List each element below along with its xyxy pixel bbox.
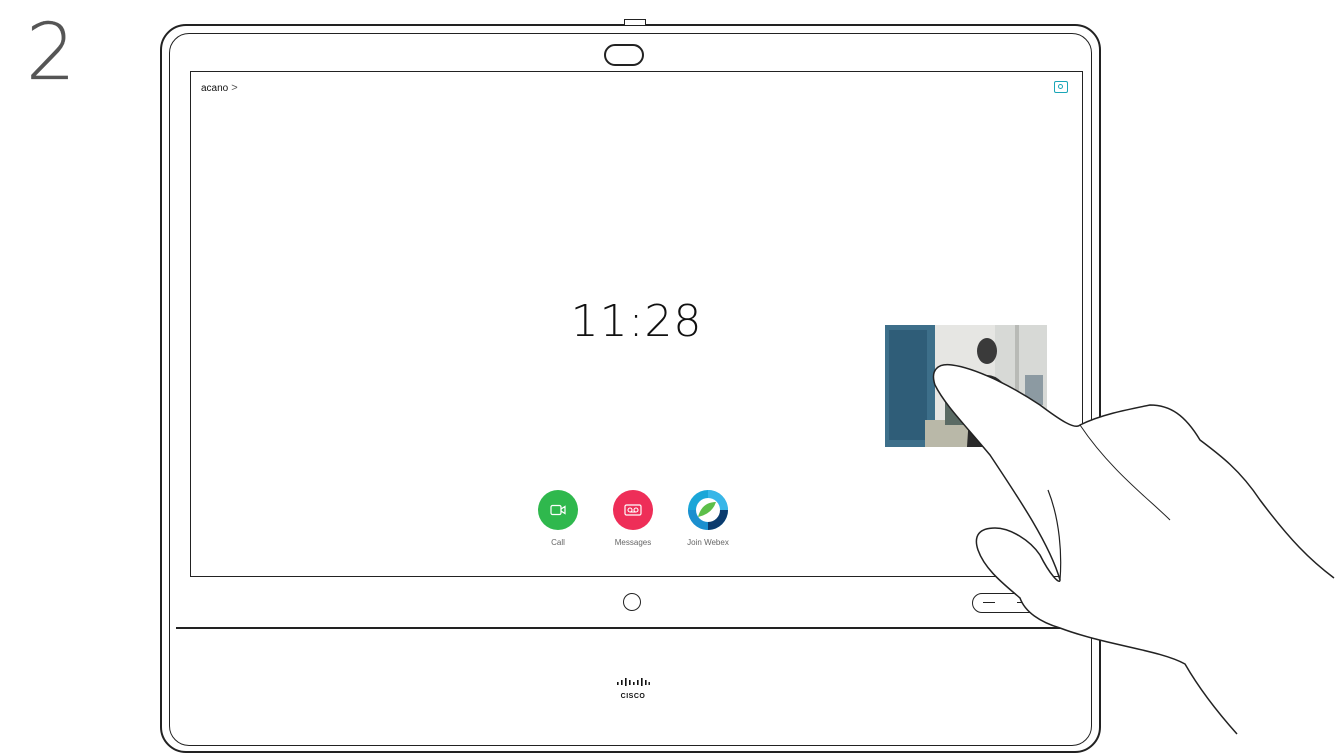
- volume-down-icon[interactable]: [983, 602, 995, 603]
- top-notch: [624, 19, 646, 25]
- volume-up-icon[interactable]: [1017, 602, 1029, 603]
- messages-circle[interactable]: [613, 490, 653, 530]
- video-camera-icon: [550, 504, 566, 516]
- messages-button[interactable]: Messages: [606, 490, 660, 547]
- action-bar: Call Messages Join Webex: [531, 490, 735, 547]
- webex-icon: [688, 490, 728, 530]
- join-webex-circle[interactable]: [688, 490, 728, 530]
- cisco-bars-icon: [617, 678, 650, 686]
- cisco-logo: CISCO: [613, 674, 653, 700]
- call-circle[interactable]: [538, 490, 578, 530]
- step-number: 2: [26, 8, 76, 98]
- home-button[interactable]: [623, 593, 641, 611]
- self-view-image: [885, 325, 1047, 447]
- bezel-divider: [176, 627, 1085, 629]
- volume-control[interactable]: [972, 593, 1042, 613]
- join-webex-button[interactable]: Join Webex: [681, 490, 735, 547]
- camera: [604, 44, 644, 66]
- breadcrumb[interactable]: acano >: [201, 82, 238, 94]
- messages-label: Messages: [614, 538, 652, 547]
- cisco-wordmark: CISCO: [620, 693, 646, 700]
- voicemail-icon: [624, 504, 642, 516]
- selfview-icon[interactable]: [1054, 81, 1068, 93]
- breadcrumb-label[interactable]: acano: [201, 83, 228, 94]
- chevron-right-icon: >: [231, 82, 238, 94]
- touch-screen: acano > 11:28 Call Messages Join Webex: [190, 71, 1083, 577]
- call-button[interactable]: Call: [531, 490, 585, 547]
- call-label: Call: [551, 538, 565, 547]
- self-view-video[interactable]: [885, 325, 1047, 447]
- join-webex-label: Join Webex: [687, 538, 729, 547]
